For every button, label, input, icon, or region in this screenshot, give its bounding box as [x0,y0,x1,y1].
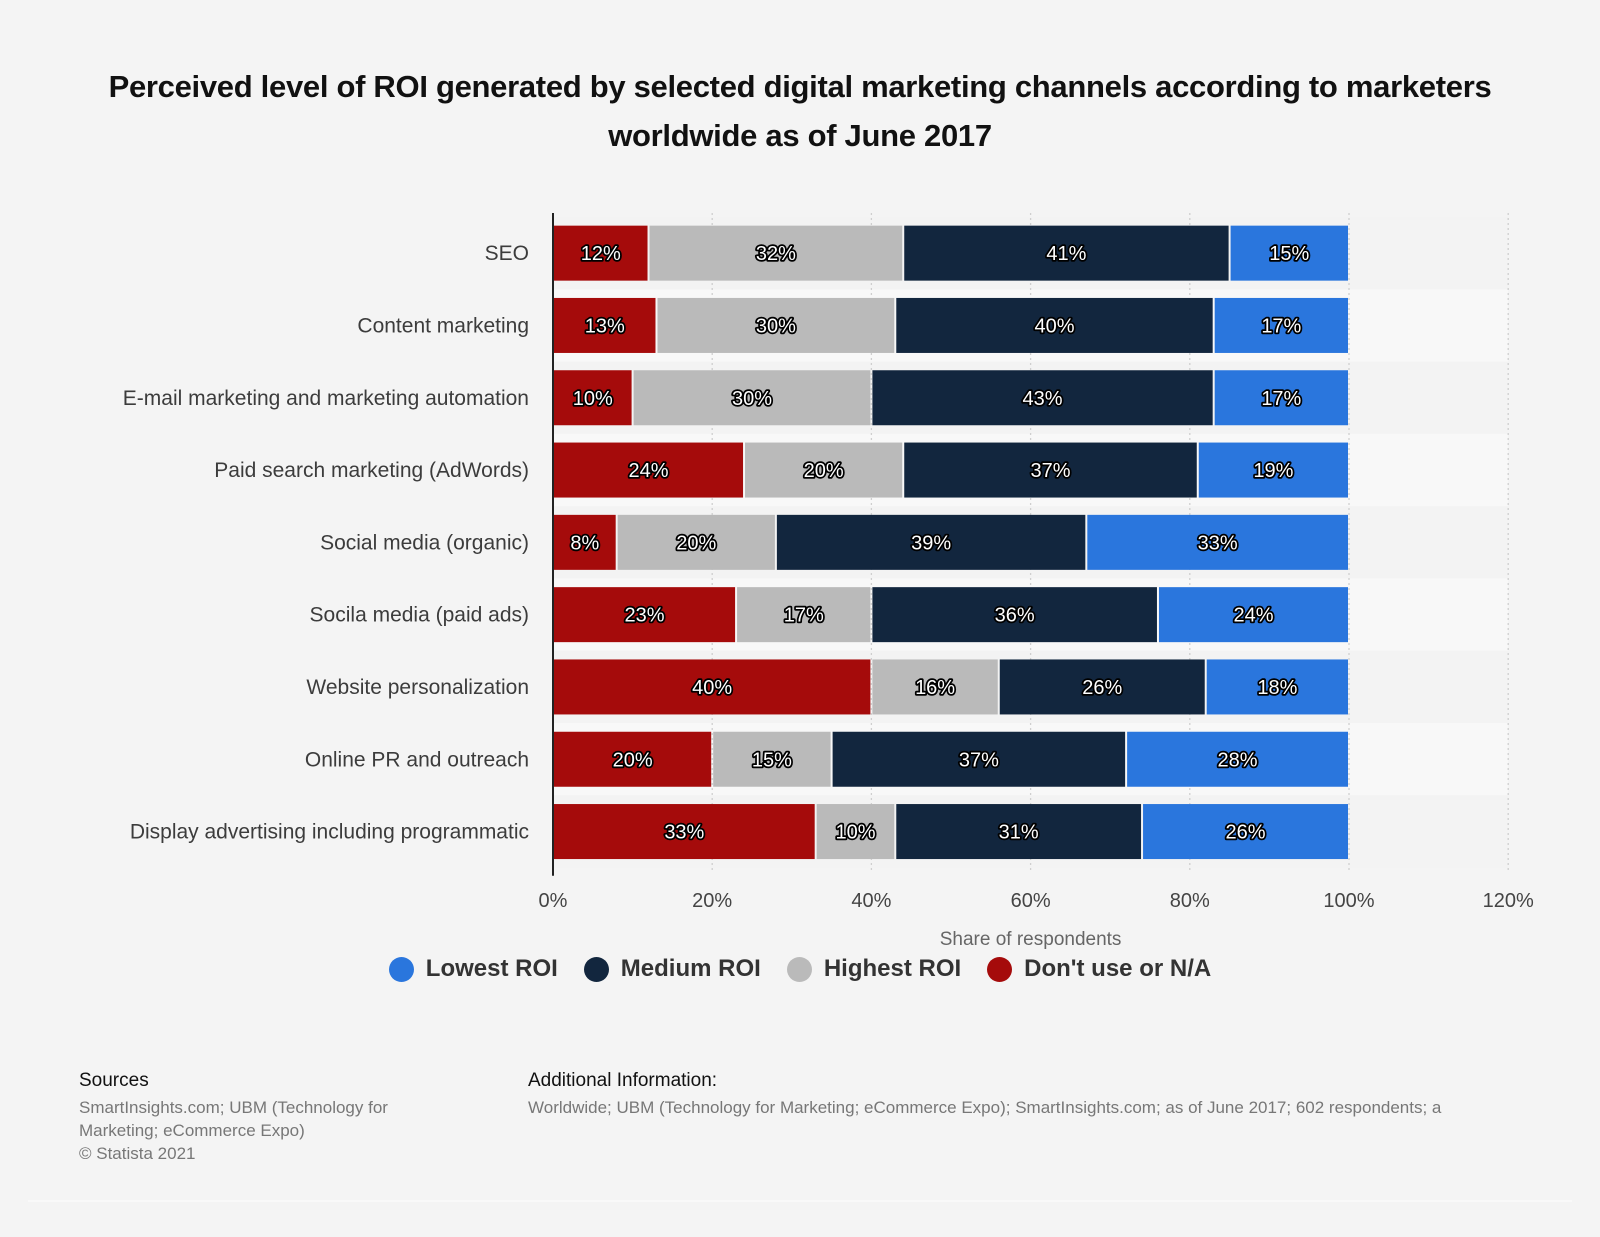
category-labels: SEO Content marketing E-mail marketing and… [123,242,529,843]
legend-marker-icon [388,956,414,982]
sources-text-line1[interactable]: SmartInsights.com; UBM (Technology for [79,1096,388,1119]
value-label: 15% [1269,243,1309,265]
legend-marker-icon [786,956,812,982]
value-label: 18% [1257,677,1297,699]
value-label: 10% [835,822,875,844]
value-label: 10% [573,388,613,410]
category-label: SEO [485,242,529,265]
legend-item-highest-roi[interactable]: Highest ROI [786,955,962,983]
value-label: 17% [784,605,824,627]
value-label: 24% [629,460,669,482]
x-tick-label: 60% [1011,890,1051,912]
category-label: Content marketing [357,314,529,337]
category-label: Display advertising including programmat… [130,821,529,844]
value-label: 32% [756,243,796,265]
value-label: 12% [581,243,621,265]
category-label: Paid search marketing (AdWords) [214,459,529,482]
value-label: 31% [999,822,1039,844]
legend-label: Highest ROI [823,955,962,982]
stacked-bar-chart: 12% 32% 41% 15% 13% 30% 40% 17% 10% 30% 43% 17% 24% 2… [123,213,1534,950]
value-label: 26% [1226,822,1266,844]
category-label: Website personalization [306,676,529,699]
sources-block: Sources SmartInsights.com; UBM (Technolo… [79,1070,388,1165]
x-tick-label: 20% [692,890,732,912]
legend-item-dont-use[interactable]: Don't use or N/A [987,955,1211,983]
legend-item-medium-roi[interactable]: Medium ROI [583,955,761,983]
category-label: Socila media (paid ads) [310,604,529,627]
x-tick-label: 100% [1323,890,1374,912]
legend-label: Lowest ROI [425,955,558,982]
value-label: 16% [915,677,955,699]
value-label: 41% [1046,243,1086,265]
legend-label: Don't use or N/A [1024,955,1212,982]
value-label: 20% [804,460,844,482]
value-label: 23% [625,605,665,627]
additional-info-heading[interactable]: Additional Information: [528,1070,1588,1092]
additional-info-text: Worldwide; UBM (Technology for Marketing… [528,1098,1442,1117]
value-label: 20% [676,532,716,554]
value-label: 40% [692,677,732,699]
value-label: 15% [752,749,792,771]
value-label: 17% [1261,315,1301,337]
legend-marker-icon [987,956,1013,982]
category-label: E-mail marketing and marketing automatio… [123,387,529,410]
value-label: 30% [756,315,796,337]
value-label: 43% [1023,388,1063,410]
category-label: Social media (organic) [320,531,529,554]
value-label: 17% [1261,388,1301,410]
value-label: 26% [1082,677,1122,699]
x-tick-label: 80% [1170,890,1210,912]
legend-label: Medium ROI [620,955,761,982]
value-label: 8% [570,532,599,554]
category-label: Online PR and outreach [305,748,529,771]
value-label: 39% [911,532,951,554]
x-tick-label: 120% [1483,890,1534,912]
value-label: 37% [959,749,999,771]
value-label: 28% [1218,749,1258,771]
copyright: © Statista 2021 [79,1144,196,1163]
x-tick-label: 40% [851,890,891,912]
value-label: 37% [1030,460,1070,482]
legend: Lowest ROI Medium ROI Highest ROI Don't … [0,955,1600,983]
value-label: 24% [1233,605,1273,627]
value-label: 36% [995,605,1035,627]
legend-marker-icon [583,956,609,982]
value-label: 20% [613,749,653,771]
value-label: 30% [732,388,772,410]
value-label: 13% [585,315,625,337]
value-label: 19% [1253,460,1293,482]
value-label: 33% [664,822,704,844]
x-tick-labels: 0% 20% 40% 60% 80% 100% 120% [539,890,1534,912]
legend-item-lowest-roi[interactable]: Lowest ROI [388,955,558,983]
value-label: 40% [1034,315,1074,337]
sources-text-line2[interactable]: Marketing; eCommerce Expo) [79,1119,388,1142]
x-axis-title: Share of respondents [940,929,1122,950]
additional-info-block: Additional Information: Worldwide; UBM (… [528,1070,1588,1119]
x-tick-label: 0% [539,890,568,912]
value-label: 33% [1198,532,1238,554]
sources-heading: Sources [79,1070,149,1091]
